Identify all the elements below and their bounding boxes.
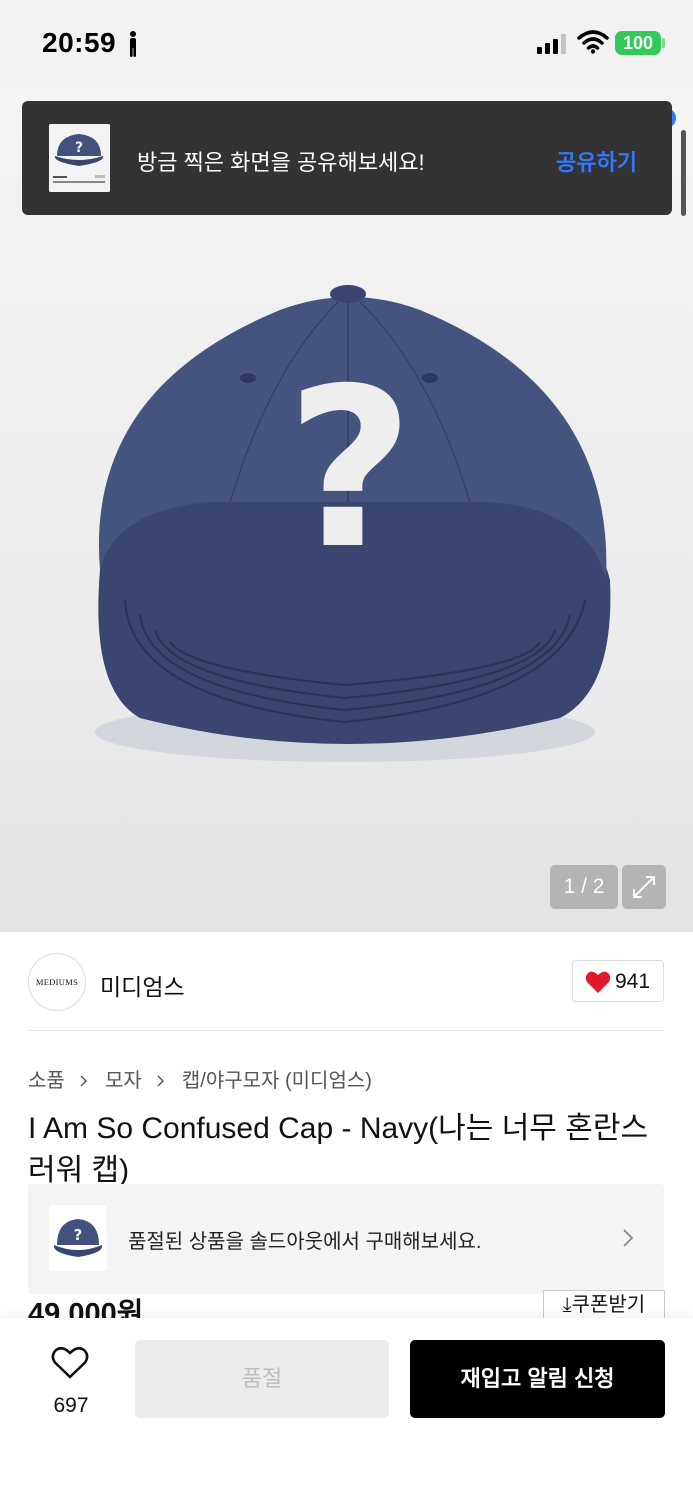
breadcrumb: 소품 모자 캡/야구모자 (미디엄스) — [28, 1064, 372, 1093]
status-time: 20:59 — [42, 27, 117, 58]
expand-image-button[interactable] — [622, 865, 666, 909]
brand-like-button[interactable]: 941 — [572, 960, 664, 1002]
brand-logo[interactable]: MEDIUMS — [28, 953, 86, 1011]
wishlist-button[interactable]: 697 — [30, 1342, 112, 1422]
person-walking-icon — [130, 31, 136, 57]
screenshot-thumbnail-image: ? — [49, 124, 110, 192]
toast-message: 방금 찍은 화면을 공유해보세요! — [137, 150, 425, 175]
divider — [28, 1030, 664, 1031]
product-image-gallery[interactable]: ? 1 / 2 — [0, 90, 693, 932]
screenshot-thumbnail[interactable]: ? — [49, 124, 110, 192]
breadcrumb-item[interactable]: 소품 — [28, 1070, 65, 1092]
bottom-action-bar: 697 품절 재입고 알림 신청 — [0, 1318, 693, 1500]
share-toast: ? 방금 찍은 화면을 공유해보세요! 공유하기 — [22, 101, 672, 215]
chevron-right-icon — [80, 1075, 88, 1087]
soldout-thumbnail: ? — [49, 1205, 107, 1271]
soldout-button: 품절 — [135, 1340, 389, 1418]
svg-text:?: ? — [74, 1226, 83, 1244]
wishlist-count: 697 — [53, 1394, 89, 1417]
cap-thumbnail-image: ? — [53, 1219, 103, 1257]
brand-like-count: 941 — [615, 970, 651, 993]
scroll-indicator — [681, 130, 686, 216]
battery-level: 100 — [622, 33, 654, 53]
wifi-icon — [577, 30, 609, 54]
breadcrumb-item[interactable]: 캡/야구모자 (미디엄스) — [182, 1070, 372, 1092]
coupon-download-button[interactable]: ⤓쿠폰받기 — [543, 1290, 665, 1320]
coupon-label: 쿠폰받기 — [571, 1294, 646, 1316]
soldout-promo-banner[interactable]: ? 품절된 상품을 솔드아웃에서 구매해보세요. — [28, 1184, 664, 1294]
product-title: I Am So Confused Cap - Navy(나는 너무 혼란스러워 … — [28, 1112, 649, 1187]
chevron-right-icon — [623, 1229, 634, 1247]
soldout-banner-text: 품절된 상품을 솔드아웃에서 구매해보세요. — [128, 1231, 482, 1253]
brand-logo-text: MEDIUMS — [35, 977, 79, 987]
battery-icon: 100 — [615, 31, 661, 55]
download-icon: ⤓ — [562, 1294, 572, 1316]
heart-outline-icon — [51, 1346, 89, 1379]
share-button[interactable]: 공유하기 — [556, 145, 637, 177]
cellular-signal-icon — [537, 34, 566, 54]
image-page-indicator: 1 / 2 — [550, 865, 618, 909]
product-image-cap: ? — [95, 285, 611, 762]
chevron-right-icon — [157, 1075, 165, 1087]
svg-text:?: ? — [286, 341, 414, 597]
expand-icon — [633, 876, 655, 898]
restock-alert-button[interactable]: 재입고 알림 신청 — [410, 1340, 665, 1418]
svg-text:?: ? — [75, 140, 83, 156]
battery-tip — [662, 38, 665, 48]
status-bar: 20:59 100 — [0, 0, 693, 90]
brand-name[interactable]: 미디엄스 — [100, 968, 185, 1002]
heart-filled-icon — [585, 971, 611, 993]
breadcrumb-item[interactable]: 모자 — [105, 1070, 142, 1092]
